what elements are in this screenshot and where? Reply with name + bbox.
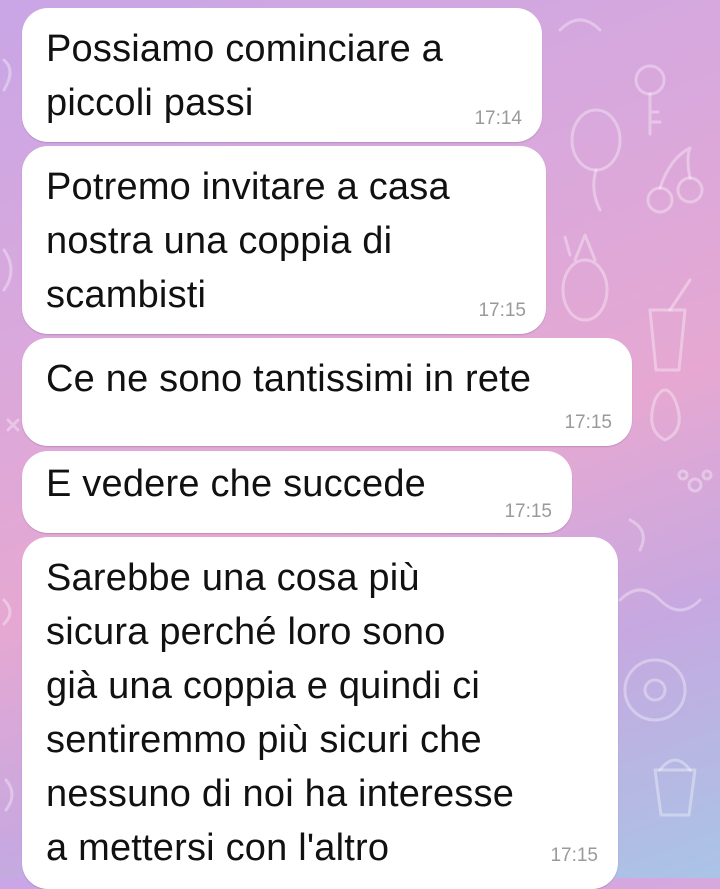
message-text: E vedere che succede	[46, 463, 427, 505]
message-text: Sarebbe una cosa più sicura perché loro …	[46, 557, 515, 869]
message-text: Ce ne sono tantissimi in rete	[46, 358, 532, 400]
message-text: Potremo invitare a casa nostra una coppi…	[46, 166, 450, 316]
message-bubble[interactable]: Possiamo cominciare a piccoli passi 17:1…	[22, 8, 542, 142]
message-timestamp: 17:15	[564, 412, 612, 433]
message-bubble[interactable]: E vedere che succede 17:15	[22, 451, 572, 533]
message-bubble[interactable]: Sarebbe una cosa più sicura perché loro …	[22, 537, 618, 889]
message-timestamp: 17:14	[474, 108, 522, 129]
message-bubble[interactable]: Ce ne sono tantissimi in rete 17:15	[22, 338, 632, 446]
chat-messages[interactable]: Possiamo cominciare a piccoli passi 17:1…	[0, 0, 720, 889]
message-timestamp: 17:15	[550, 845, 598, 866]
message-timestamp: 17:15	[504, 501, 552, 522]
message-timestamp: 17:15	[478, 300, 526, 321]
message-bubble[interactable]: Potremo invitare a casa nostra una coppi…	[22, 146, 546, 334]
message-text: Possiamo cominciare a piccoli passi	[46, 28, 444, 124]
